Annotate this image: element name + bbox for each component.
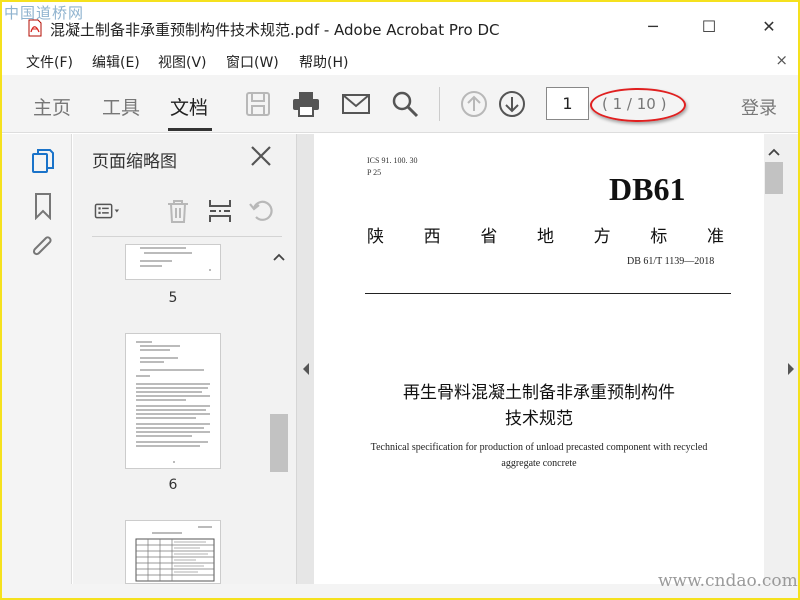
scroll-up-icon[interactable] bbox=[764, 144, 784, 160]
heading-char: 标 bbox=[650, 227, 668, 247]
page-thumbnails-icon[interactable] bbox=[30, 148, 56, 176]
english-title-line-1: Technical specification for production o… bbox=[370, 442, 708, 453]
heading-char: 准 bbox=[706, 227, 724, 247]
print-icon[interactable] bbox=[291, 89, 321, 119]
window-title: 混凝土制备非承重预制构件技术规范.pdf - Adobe Acrobat Pro… bbox=[50, 21, 500, 39]
thumbnail-page-5[interactable] bbox=[125, 244, 221, 280]
thumbnail-page-6[interactable] bbox=[125, 333, 221, 469]
menu-view[interactable]: 视图(V) bbox=[158, 52, 207, 72]
search-icon[interactable] bbox=[390, 89, 420, 119]
heading-char: 西 bbox=[423, 227, 441, 247]
standard-number: DB 61/T 1139—2018 bbox=[627, 256, 715, 267]
document-title-line-1: 再生骨料混凝土制备非承重预制构件 bbox=[403, 383, 675, 403]
document-scroll-thumb[interactable] bbox=[765, 162, 783, 194]
menu-help[interactable]: 帮助(H) bbox=[299, 52, 348, 72]
email-icon[interactable] bbox=[341, 89, 371, 119]
document-page[interactable]: ICS 91. 100. 30 P 25 DB61 陕 西 省 地 方 标 准 … bbox=[314, 134, 764, 584]
menu-file[interactable]: 文件(F) bbox=[26, 52, 73, 72]
heading-char: 陕 bbox=[367, 227, 384, 247]
panel-title: 页面缩略图 bbox=[92, 152, 177, 172]
ics-code: ICS 91. 100. 30 bbox=[367, 156, 418, 165]
login-button[interactable]: 登录 bbox=[741, 94, 777, 120]
thumbnail-text-lines bbox=[136, 341, 210, 463]
active-tab-indicator bbox=[168, 128, 212, 131]
toolbar-separator bbox=[439, 87, 440, 121]
document-rule bbox=[365, 293, 731, 294]
heading-char: 方 bbox=[593, 227, 611, 247]
english-title-line-2: aggregate concrete bbox=[501, 458, 577, 469]
document-scrollbar[interactable] bbox=[764, 144, 784, 584]
app-frame: 中国道桥网 混凝土制备非承重预制构件技术规范.pdf - Adobe Acrob… bbox=[0, 0, 800, 600]
provincial-standard-heading: 陕 西 省 地 方 标 准 bbox=[367, 222, 724, 247]
menu-edit[interactable]: 编辑(E) bbox=[92, 52, 140, 72]
next-page-icon[interactable] bbox=[497, 89, 527, 119]
classification-code: P 25 bbox=[367, 168, 382, 177]
bookmark-icon[interactable] bbox=[30, 192, 56, 220]
minimize-button[interactable]: ─ bbox=[638, 14, 668, 40]
heading-char: 省 bbox=[480, 227, 498, 247]
insert-icon[interactable] bbox=[206, 197, 234, 225]
thumbnail-page-7[interactable] bbox=[125, 520, 221, 584]
delete-icon[interactable] bbox=[164, 197, 192, 225]
thumbnail-scroll-thumb[interactable] bbox=[270, 414, 288, 472]
tab-tools[interactable]: 工具 bbox=[102, 93, 140, 120]
close-window-button[interactable]: ✕ bbox=[754, 14, 784, 40]
thumbnail-panel: 页面缩略图 5 6 bbox=[73, 134, 296, 584]
pdf-file-icon bbox=[28, 19, 42, 37]
heading-char: 地 bbox=[536, 227, 554, 247]
close-document-button[interactable]: × bbox=[775, 51, 788, 69]
menu-window[interactable]: 窗口(W) bbox=[226, 52, 279, 72]
title-bar: 中国道桥网 混凝土制备非承重预制构件技术规范.pdf - Adobe Acrob… bbox=[2, 2, 798, 46]
thumbnail-label: 5 bbox=[168, 290, 178, 306]
thumbnail-text-lines bbox=[140, 247, 211, 271]
tab-document[interactable]: 文档 bbox=[170, 93, 208, 120]
maximize-button[interactable]: ☐ bbox=[694, 14, 724, 40]
panel-divider[interactable] bbox=[296, 134, 314, 584]
save-icon[interactable] bbox=[243, 89, 273, 119]
standard-code: DB61 bbox=[609, 171, 686, 207]
page-number-input[interactable]: 1 bbox=[546, 87, 589, 120]
left-rail bbox=[2, 134, 72, 584]
thumbnail-table-lines bbox=[135, 526, 215, 582]
tab-home[interactable]: 主页 bbox=[33, 93, 71, 120]
prev-page-icon[interactable] bbox=[459, 89, 489, 119]
close-panel-icon[interactable] bbox=[249, 144, 273, 168]
attachment-icon[interactable] bbox=[30, 234, 56, 262]
menu-bar: 文件(F) 编辑(E) 视图(V) 窗口(W) 帮助(H) × bbox=[2, 48, 798, 74]
undo-icon[interactable] bbox=[248, 197, 276, 225]
collapse-panel-icon[interactable] bbox=[301, 362, 311, 376]
panel-toolbar bbox=[92, 189, 282, 237]
thumbnail-label: 6 bbox=[168, 477, 178, 493]
expand-right-panel-icon[interactable] bbox=[786, 362, 796, 376]
watermark-url: www.cndao.com bbox=[658, 571, 798, 591]
document-title-line-2: 技术规范 bbox=[505, 409, 573, 429]
red-annotation-ellipse bbox=[590, 88, 686, 122]
options-icon[interactable] bbox=[94, 197, 122, 225]
